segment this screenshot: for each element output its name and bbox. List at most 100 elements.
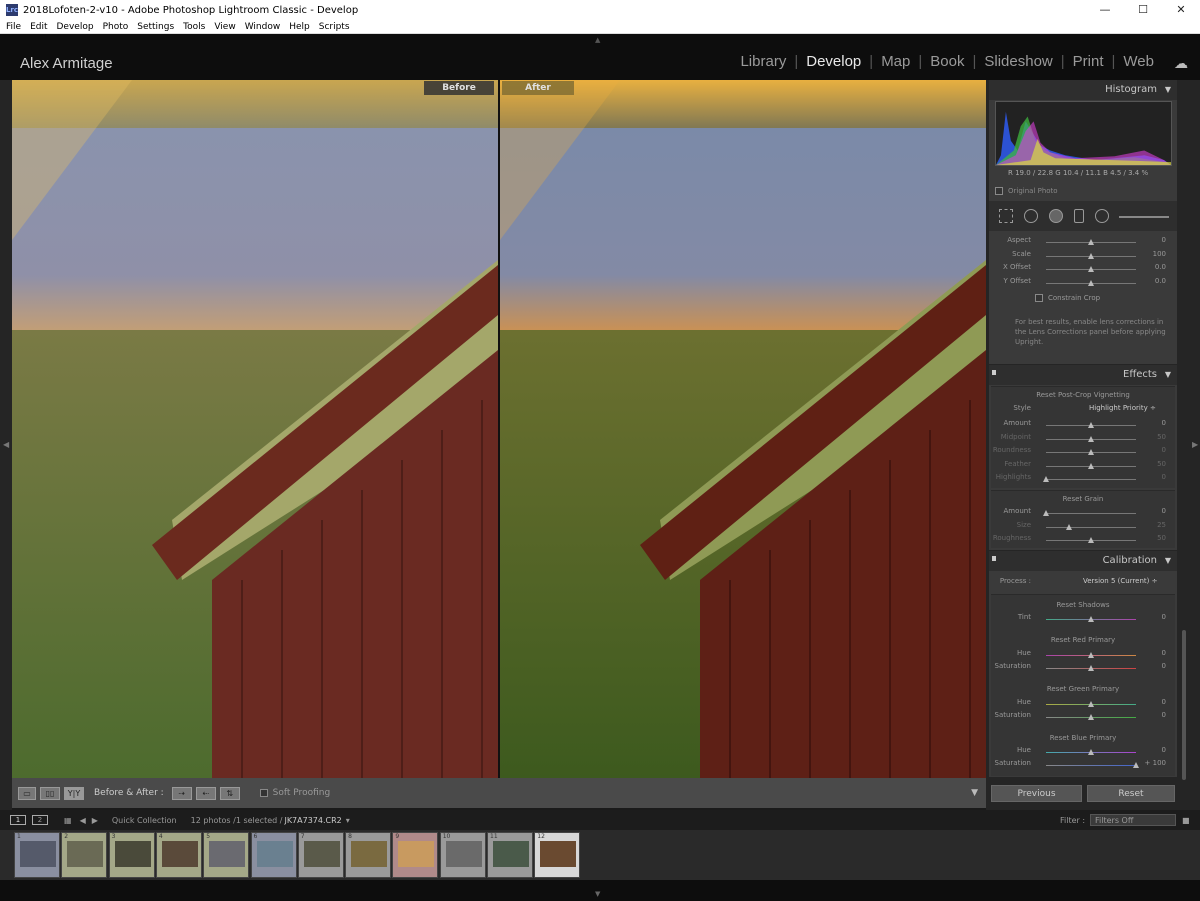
filmstrip-thumbnail[interactable]: 6 — [250, 832, 297, 878]
loupe-view-icon[interactable]: ▭ — [18, 786, 36, 800]
blue-saturation-value[interactable]: + 100 — [1141, 759, 1166, 767]
filmstrip-thumbnail[interactable]: 11 — [487, 832, 533, 878]
vignette-feather-slider-knob[interactable] — [1088, 462, 1094, 469]
vignette-roundness-slider-knob[interactable] — [1088, 449, 1094, 455]
cloud-sync-icon[interactable]: ☁ — [1174, 56, 1188, 72]
constrain-crop-toggle[interactable]: Constrain Crop — [1035, 294, 1100, 302]
filmstrip-thumbnail[interactable]: 10 — [439, 832, 486, 878]
histogram-header[interactable]: Histogram ▼ — [989, 80, 1177, 100]
menu-settings[interactable]: Settings — [137, 22, 174, 32]
blue-hue-value[interactable]: 0 — [1141, 746, 1166, 754]
copy-before-to-after-icon[interactable]: ⇢ — [171, 786, 192, 800]
maximize-icon[interactable]: ☐ — [1124, 0, 1162, 20]
vignette-midpoint-slider-knob[interactable] — [1088, 435, 1094, 442]
filter-lock-icon[interactable]: ■ — [1182, 816, 1190, 825]
menu-photo[interactable]: Photo — [103, 22, 129, 32]
radial-filter-icon[interactable] — [1095, 209, 1109, 223]
reset-blue-primary-button[interactable]: Reset Blue Primary — [989, 734, 1177, 742]
grid-view-icon[interactable]: ▦ — [64, 816, 72, 825]
red-hue-slider-knob[interactable] — [1088, 652, 1094, 658]
expand-left-panel-icon[interactable]: ◀ — [3, 440, 9, 449]
page-1-button[interactable]: 1 — [10, 815, 26, 825]
before-after-split-icon[interactable]: Y|Y — [64, 786, 84, 800]
filmstrip-thumbnail[interactable]: 3 — [108, 832, 155, 878]
vignette-style-select[interactable]: Highlight Priority ÷ — [1089, 404, 1156, 412]
red-saturation-slider-knob[interactable] — [1088, 665, 1094, 671]
vignette-roundness-value[interactable]: 0 — [1141, 446, 1166, 454]
grain-amount-slider-track[interactable] — [1046, 513, 1136, 514]
before-photo[interactable]: Before — [12, 80, 498, 778]
scale-slider-knob[interactable] — [1088, 252, 1094, 259]
module-print[interactable]: Print — [1065, 53, 1112, 70]
reset-vignette-button[interactable]: Reset Post-Crop Vignetting — [989, 391, 1177, 399]
filmstrip-thumbnail[interactable]: 2 — [61, 832, 108, 878]
vignette-feather-value[interactable]: 50 — [1141, 460, 1166, 468]
module-slideshow[interactable]: Slideshow — [976, 53, 1060, 70]
menu-edit[interactable]: Edit — [30, 22, 47, 32]
green-saturation-slider-knob[interactable] — [1088, 714, 1094, 720]
red-saturation-value[interactable]: 0 — [1141, 662, 1166, 670]
scale-value[interactable]: 100 — [1141, 250, 1166, 258]
source-label[interactable]: Quick Collection — [112, 816, 177, 825]
right-panel-scrollbar[interactable] — [1182, 630, 1186, 780]
grain-size-slider-knob[interactable] — [1065, 523, 1072, 530]
filmstrip-thumbnail[interactable]: 5 — [203, 832, 250, 878]
green-hue-slider-knob[interactable] — [1088, 701, 1094, 707]
histogram-graph[interactable] — [995, 101, 1172, 166]
effects-header[interactable]: Effects ▼ — [989, 365, 1177, 385]
page-2-button[interactable]: 2 — [32, 815, 48, 825]
menu-scripts[interactable]: Scripts — [319, 22, 350, 32]
back-arrow-icon[interactable]: ◀ — [80, 816, 86, 825]
vignette-amount-value[interactable]: 0 — [1141, 419, 1166, 427]
crop-icon[interactable] — [999, 209, 1013, 223]
vignette-highlights-slider-knob[interactable] — [1043, 476, 1049, 482]
filmstrip-thumbnail[interactable]: 7 — [297, 832, 344, 878]
module-develop[interactable]: Develop — [798, 53, 869, 70]
grain-roughness-value[interactable]: 50 — [1141, 534, 1166, 542]
process-select[interactable]: Version 5 (Current) ÷ — [1083, 577, 1158, 585]
grain-size-slider-track[interactable] — [1046, 526, 1136, 528]
menu-help[interactable]: Help — [289, 22, 310, 32]
red-eye-icon[interactable] — [1049, 209, 1063, 223]
original-photo-toggle[interactable]: Original Photo — [995, 187, 1058, 195]
minimize-icon[interactable]: — — [1086, 0, 1124, 20]
y-offset-slider-knob[interactable] — [1088, 279, 1094, 286]
vignette-highlights-slider-track[interactable] — [1046, 479, 1136, 480]
filmstrip-thumbnail[interactable]: 9 — [392, 832, 439, 878]
before-after-lr-icon[interactable]: ▯▯ — [40, 786, 60, 800]
menu-view[interactable]: View — [214, 22, 235, 32]
grain-roughness-slider-knob[interactable] — [1088, 537, 1094, 543]
swap-before-after-icon[interactable]: ⇅ — [219, 786, 240, 800]
green-saturation-value[interactable]: 0 — [1141, 711, 1166, 719]
forward-arrow-icon[interactable]: ▶ — [92, 816, 98, 825]
menu-window[interactable]: Window — [245, 22, 281, 32]
module-book[interactable]: Book — [922, 53, 972, 70]
filename-dropdown-icon[interactable]: ▾ — [346, 816, 350, 825]
filmstrip-thumbnail[interactable]: 12 — [534, 832, 581, 878]
red-hue-value[interactable]: 0 — [1141, 649, 1166, 657]
filmstrip-thumbnail[interactable]: 4 — [155, 832, 202, 878]
reset-grain-button[interactable]: Reset Grain — [989, 495, 1177, 503]
grain-amount-value[interactable]: 0 — [1141, 507, 1166, 515]
previous-button[interactable]: Previous — [991, 785, 1082, 802]
vignette-amount-slider-knob[interactable] — [1088, 422, 1094, 428]
blue-saturation-slider-track[interactable] — [1046, 765, 1136, 766]
module-library[interactable]: Library — [732, 53, 794, 70]
vignette-midpoint-value[interactable]: 50 — [1141, 433, 1166, 441]
x-offset-slider-knob[interactable] — [1088, 266, 1094, 272]
shadows-tint-slider-knob[interactable] — [1088, 616, 1094, 622]
menu-develop[interactable]: Develop — [57, 22, 94, 32]
filter-select[interactable]: Filters Off — [1090, 814, 1176, 826]
collapse-right-panel-icon[interactable]: ▶ — [1192, 440, 1198, 449]
reset-button[interactable]: Reset — [1087, 785, 1175, 802]
panel-switch-icon[interactable] — [992, 370, 996, 375]
soft-proofing-checkbox[interactable] — [259, 789, 268, 797]
adjustment-brush-slider[interactable] — [1119, 216, 1169, 218]
blue-hue-slider-knob[interactable] — [1088, 749, 1094, 755]
toolbar-menu-icon[interactable]: ▼ — [971, 788, 978, 798]
soft-proofing-toggle[interactable]: Soft Proofing — [259, 788, 330, 798]
x-offset-value[interactable]: 0.0 — [1141, 263, 1166, 271]
grain-amount-slider-knob[interactable] — [1043, 510, 1049, 516]
aspect-slider-knob[interactable] — [1088, 239, 1094, 245]
aspect-value[interactable]: 0 — [1141, 236, 1166, 244]
